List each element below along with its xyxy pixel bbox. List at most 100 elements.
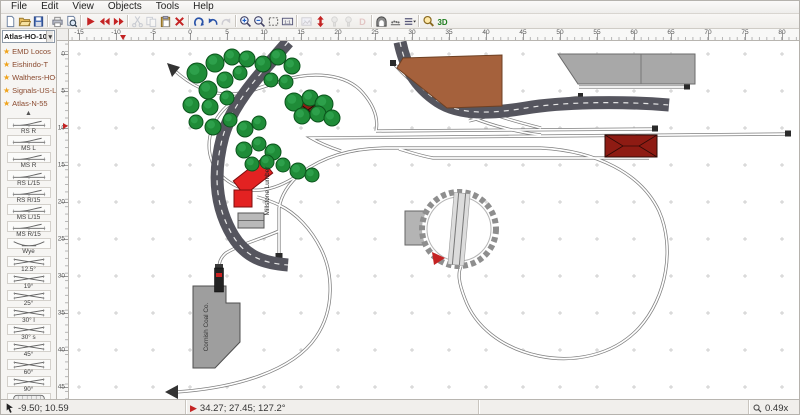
- part-rs-l-15[interactable]: RS L/15: [1, 170, 56, 187]
- step-forward-icon: [112, 15, 125, 28]
- toolbar-find-button[interactable]: [421, 14, 435, 28]
- tree-highlight: [222, 92, 229, 99]
- library-item-eishindo-t[interactable]: ★Eishindo-T: [1, 58, 56, 71]
- part-label: 25°: [24, 301, 34, 307]
- tree-highlight: [312, 108, 320, 116]
- part-60-[interactable]: 60°: [1, 359, 56, 376]
- tree-highlight: [272, 51, 280, 59]
- part-label: 45°: [24, 352, 34, 358]
- toolbar-dimensions-button[interactable]: D: [355, 14, 369, 28]
- toolbar-redo-button[interactable]: [219, 14, 233, 28]
- toolbar-view-3d-button[interactable]: 3D: [435, 14, 449, 28]
- ruler-label: 50: [556, 29, 563, 36]
- toolbar-delete-button[interactable]: [172, 14, 186, 28]
- library-item-label: Eishindo-T: [12, 60, 48, 69]
- scroll-up-icon[interactable]: ▲: [1, 110, 56, 118]
- ruler-label: 0: [188, 29, 192, 36]
- library-item-emd-locos[interactable]: ★EMD Locos: [1, 45, 56, 58]
- part-30-s[interactable]: 30° s: [1, 324, 56, 341]
- toolbar-undo-alt-button[interactable]: [205, 14, 219, 28]
- menu-view[interactable]: View: [65, 1, 101, 13]
- library-item-signals-us-l[interactable]: ★Signals-US-L: [1, 84, 56, 97]
- part-19-[interactable]: 19°: [1, 273, 56, 290]
- ruler-label: 45: [519, 29, 526, 36]
- library-item-label: Walthers-HO-Co: [12, 73, 56, 82]
- part-rs-r-15[interactable]: RS R/15: [1, 187, 56, 204]
- toolbar-copy-button[interactable]: [144, 14, 158, 28]
- library-item-atlas-n-55[interactable]: ★Atlas-N-55: [1, 97, 56, 110]
- part-ms-l[interactable]: MS L: [1, 135, 56, 152]
- toolbar-save-file-button[interactable]: [31, 14, 45, 28]
- toolbar-separator: [371, 15, 372, 27]
- ruler-label: 15: [297, 29, 304, 36]
- toolbar-ballast-button[interactable]: [388, 14, 402, 28]
- library-dropdown[interactable]: Atlas-HO-100 ▾: [2, 30, 55, 43]
- toolbar-print-preview-button[interactable]: [64, 14, 78, 28]
- crossing-icon: [8, 308, 50, 317]
- toolbar-open-file-button[interactable]: [17, 14, 31, 28]
- status-selection-section: ▶ 34.27; 27.45; 127.2°: [186, 400, 479, 415]
- part-ms-r[interactable]: MS R: [1, 152, 56, 169]
- part-ms-r-15[interactable]: MS R/15: [1, 221, 56, 238]
- part-12-5-[interactable]: 12.5°: [1, 256, 56, 273]
- ruler-label: 30: [57, 273, 65, 280]
- star-icon: ★: [3, 60, 10, 69]
- chevron-down-icon[interactable]: ▾: [46, 31, 53, 42]
- turnout-icon: [8, 222, 50, 231]
- menu-file[interactable]: File: [4, 1, 34, 13]
- part-rs-r[interactable]: RS R: [1, 118, 56, 135]
- zoom-actual-icon: 1:1: [281, 15, 294, 28]
- toolbar-separator: [235, 15, 236, 27]
- toolbar-zoom-actual-button[interactable]: 1:1: [280, 14, 294, 28]
- toolbar-paste-button[interactable]: [158, 14, 172, 28]
- toolbar-zoom-window-button[interactable]: [266, 14, 280, 28]
- part-ms-l-15[interactable]: MS L/15: [1, 204, 56, 221]
- toolbar-pin-right-button[interactable]: [341, 14, 355, 28]
- ruler-label: 40: [482, 29, 489, 36]
- step-back-icon: [98, 15, 111, 28]
- toolbar-cut-button[interactable]: [130, 14, 144, 28]
- part-45-[interactable]: 45°: [1, 341, 56, 358]
- part-thumbnail: [7, 359, 51, 370]
- tree-highlight: [235, 67, 242, 74]
- star-icon: ★: [3, 86, 10, 95]
- menu-objects[interactable]: Objects: [101, 1, 149, 13]
- tree-highlight: [207, 121, 215, 129]
- toolbar-step-back-button[interactable]: [97, 14, 111, 28]
- svg-text:3D: 3D: [437, 18, 447, 27]
- toolbar-heights-button[interactable]: [313, 14, 327, 28]
- toolbar-separator: [188, 15, 189, 27]
- toolbar-run-trains-button[interactable]: [83, 14, 97, 28]
- menu-help[interactable]: Help: [186, 1, 221, 13]
- part-wye[interactable]: Wye: [1, 238, 56, 255]
- menu-edit[interactable]: Edit: [34, 1, 65, 13]
- ruler-label: 45: [57, 384, 65, 391]
- menu-tools[interactable]: Tools: [149, 1, 186, 13]
- toolbar-new-file-button[interactable]: [3, 14, 17, 28]
- toolbar-print-button[interactable]: [50, 14, 64, 28]
- part-label: MS L: [21, 146, 36, 152]
- part-90-[interactable]: 90°: [1, 376, 56, 393]
- part-label: 30° l: [22, 318, 35, 324]
- toolbar-zoom-in-button[interactable]: [238, 14, 252, 28]
- turnout-icon: [8, 119, 50, 128]
- library-item-walthers-ho-co[interactable]: ★Walthers-HO-Co: [1, 71, 56, 84]
- toolbar-zoom-out-button[interactable]: [252, 14, 266, 28]
- layout-canvas[interactable]: Millstone Lumber Cornish Coal Co.: [69, 41, 800, 399]
- svg-text:1:1: 1:1: [284, 19, 291, 24]
- ruler-label: 0: [57, 51, 65, 58]
- part-25-[interactable]: 25°: [1, 290, 56, 307]
- toolbar-layers-menu-button[interactable]: [402, 14, 416, 28]
- toolbar-pin-left-button[interactable]: [327, 14, 341, 28]
- toolbar-tunnel-button[interactable]: [374, 14, 388, 28]
- ruler-label: 25: [371, 29, 378, 36]
- toolbar-undo-button[interactable]: [191, 14, 205, 28]
- tree-highlight: [266, 74, 273, 81]
- ruler-label: 70: [704, 29, 711, 36]
- run-trains-icon: [84, 15, 97, 28]
- layers-menu-icon: [403, 15, 416, 28]
- toolbar-background-image-button[interactable]: [299, 14, 313, 28]
- part-30-l[interactable]: 30° l: [1, 307, 56, 324]
- tree-highlight: [201, 83, 210, 92]
- toolbar-step-forward-button[interactable]: [111, 14, 125, 28]
